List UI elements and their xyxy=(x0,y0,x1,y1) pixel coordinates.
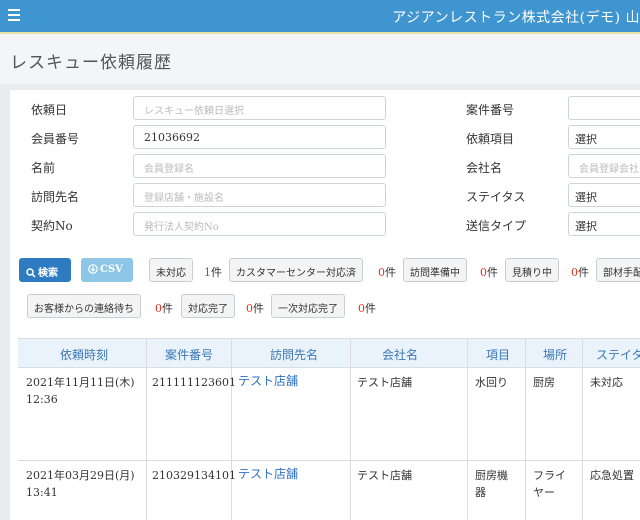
filter-first-completed[interactable]: 一次対応完了 xyxy=(271,294,345,318)
col-divider xyxy=(231,338,232,520)
th-place[interactable]: 場所 xyxy=(543,346,567,363)
row2-visit-link[interactable]: テスト店舗 xyxy=(238,466,298,483)
col-divider xyxy=(146,338,147,520)
filter-estimate[interactable]: 見積り中 xyxy=(505,258,559,282)
label-name: 名前 xyxy=(31,161,56,175)
label-contract-no: 契約No xyxy=(31,219,73,233)
row1-company: テスト店舗 xyxy=(357,376,412,389)
page-title: レスキュー依頼履歴 xyxy=(10,53,172,73)
filter-waiting-customer[interactable]: お客様からの連絡待ち xyxy=(27,294,141,318)
row-divider xyxy=(18,460,640,461)
row2-time: 2021年03月29日(月) 13:41 xyxy=(26,469,135,499)
count-estimate: 0件 xyxy=(571,266,589,279)
th-item[interactable]: 項目 xyxy=(486,346,510,363)
menu-icon[interactable] xyxy=(8,9,20,21)
row1-place: 厨房 xyxy=(533,376,555,389)
col-divider xyxy=(525,338,526,520)
top-bar: アジアンレストラン株式会社(デモ) 山 xyxy=(0,0,640,32)
company-name-input[interactable]: 会員登録会社 xyxy=(568,154,640,178)
label-member-number: 会員番号 xyxy=(31,132,80,146)
send-type-select[interactable]: 選択 xyxy=(568,212,640,236)
row1-case-number: 211111123601 xyxy=(152,376,236,389)
page-header: レスキュー依頼履歴 xyxy=(0,32,640,84)
search-button-label: 検索 xyxy=(38,268,58,279)
name-input[interactable]: 会員登録名 xyxy=(133,154,386,178)
th-case-number[interactable]: 案件番号 xyxy=(165,346,213,363)
th-request-time[interactable]: 依頼時刻 xyxy=(60,346,108,363)
col-divider xyxy=(467,338,468,520)
count-customer-center: 0件 xyxy=(378,266,396,279)
visit-name-input[interactable]: 登録店舗・施設名 xyxy=(133,183,386,207)
th-visit-name[interactable]: 訪問先名 xyxy=(270,346,318,363)
label-company-name: 会社名 xyxy=(466,161,503,175)
request-date-input[interactable]: レスキュー依頼日選択 xyxy=(133,96,386,120)
member-number-input[interactable]: 21036692 xyxy=(133,125,386,149)
csv-button[interactable]: CSV xyxy=(81,258,133,282)
row2-place: フライ ヤー xyxy=(533,469,566,499)
company-name: アジアンレストラン株式会社(デモ) 山 xyxy=(392,10,640,26)
request-item-select[interactable]: 選択 xyxy=(568,125,640,149)
contract-no-input[interactable]: 発行法人契約No xyxy=(133,212,386,236)
label-send-type: 送信タイプ xyxy=(466,219,527,233)
col-divider xyxy=(582,338,583,520)
csv-button-label: CSV xyxy=(100,264,123,275)
label-request-date: 依頼日 xyxy=(31,103,68,117)
row1-time: 2021年11月11日(木) 12:36 xyxy=(26,376,135,406)
row2-company: テスト店舗 xyxy=(357,469,412,482)
row1-visit-link[interactable]: テスト店舗 xyxy=(238,373,298,390)
filter-completed[interactable]: 対応完了 xyxy=(181,294,235,318)
search-button[interactable]: 検索 xyxy=(19,258,71,282)
count-completed: 0件 xyxy=(246,302,264,315)
label-visit-name: 訪問先名 xyxy=(31,190,80,204)
row1-status: 未対応 xyxy=(590,376,623,389)
row2-case-number: 210329134101 xyxy=(152,469,236,482)
row1-item: 水回り xyxy=(475,376,508,389)
case-number-input[interactable] xyxy=(568,96,640,120)
filter-unhandled[interactable]: 未対応 xyxy=(149,258,193,282)
count-unhandled: 1件 xyxy=(204,266,222,279)
count-waiting-customer: 0件 xyxy=(155,302,173,315)
row2-item: 厨房機器 xyxy=(475,469,508,499)
count-first-completed: 0件 xyxy=(358,302,376,315)
status-select[interactable]: 選択 xyxy=(568,183,640,207)
th-company[interactable]: 会社名 xyxy=(382,346,418,363)
count-visit-prep: 0件 xyxy=(480,266,498,279)
col-divider xyxy=(350,338,351,520)
label-status: ステイタス xyxy=(466,190,526,204)
filter-parts[interactable]: 部材手配 xyxy=(596,258,640,282)
search-panel: 依頼日 レスキュー依頼日選択 会員番号 21036692 名前 会員登録名 訪問… xyxy=(10,90,640,520)
label-request-item: 依頼項目 xyxy=(466,132,515,146)
filter-customer-center[interactable]: カスタマーセンター対応済 xyxy=(229,258,363,282)
filter-visit-prep[interactable]: 訪問準備中 xyxy=(403,258,467,282)
label-case-number: 案件番号 xyxy=(466,103,515,117)
row2-status: 応急処置 xyxy=(590,469,634,482)
search-icon xyxy=(26,268,36,278)
th-status[interactable]: ステイタ xyxy=(596,346,640,363)
download-icon xyxy=(88,264,98,274)
